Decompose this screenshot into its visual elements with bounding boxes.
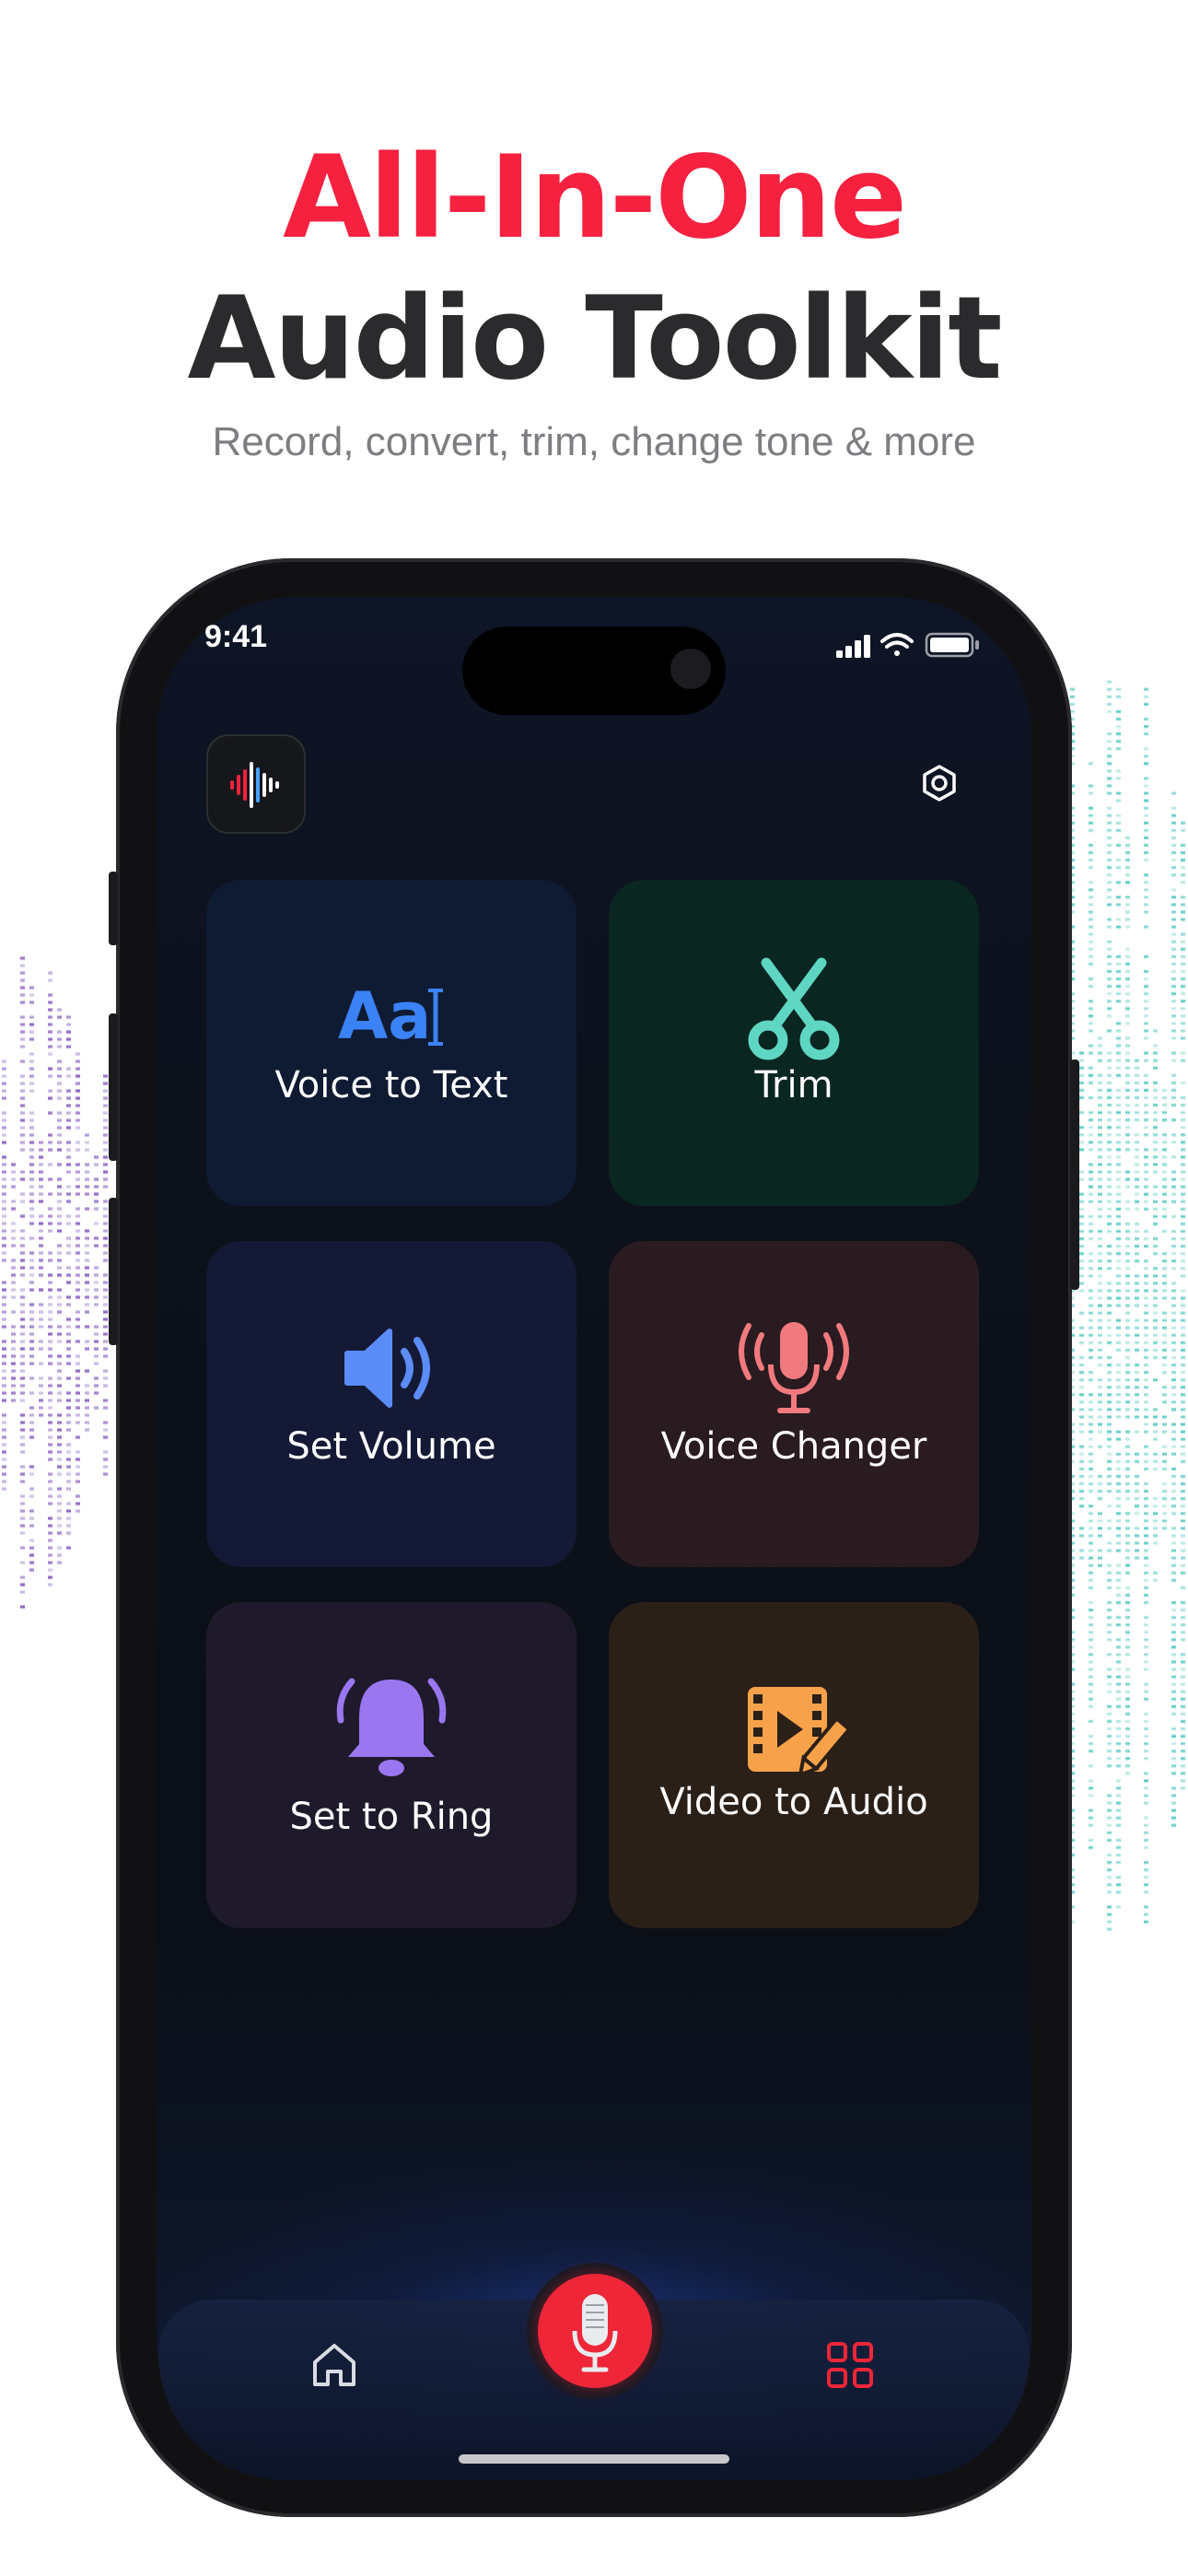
- film-edit-icon: [609, 1674, 979, 1785]
- speaker-icon: [206, 1313, 577, 1423]
- status-icons: [836, 632, 979, 658]
- microphone-icon: [572, 2294, 618, 2372]
- wifi-icon: [880, 633, 914, 656]
- decorative-waveform-left: [2, 956, 108, 1610]
- tool-card-voice-to-text[interactable]: Aa Voice to Text: [206, 880, 577, 1206]
- tool-card-voice-changer[interactable]: Voice Changer: [609, 1241, 979, 1567]
- home-icon: [313, 2344, 355, 2386]
- scissors-icon: [609, 952, 979, 1062]
- tool-card-set-volume[interactable]: Set Volume: [206, 1241, 577, 1567]
- svg-text:Aa: Aa: [338, 978, 431, 1054]
- microphone-waves-icon: [609, 1313, 979, 1423]
- bell-icon: [206, 1667, 577, 1777]
- status-time: 9:41: [204, 619, 268, 654]
- phone-volume-down: [109, 1198, 118, 1345]
- gear-icon: [923, 765, 956, 802]
- tool-card-trim[interactable]: Trim: [609, 880, 979, 1206]
- tool-card-label: Set to Ring: [289, 1796, 494, 1838]
- tool-card-label: Video to Audio: [659, 1781, 928, 1823]
- hero-headline-accent: All-In-One: [282, 132, 907, 264]
- tool-card-label: Voice to Text: [274, 1064, 508, 1107]
- tool-card-label: Set Volume: [286, 1425, 496, 1468]
- text-cursor-icon: Aa: [206, 952, 577, 1062]
- hero-subtitle: Record, convert, trim, change tone & mor…: [212, 419, 976, 464]
- app-logo: [206, 734, 306, 834]
- waveform-logo-icon: [230, 762, 279, 808]
- tool-card-label: Voice Changer: [660, 1425, 927, 1468]
- battery-icon: [925, 632, 979, 658]
- grid-icon: [827, 2342, 873, 2388]
- phone-volume-up: [109, 1013, 118, 1161]
- front-camera: [670, 649, 711, 689]
- phone-power-button: [1070, 1060, 1079, 1290]
- signal-icon: [836, 635, 870, 658]
- tool-card-set-to-ring[interactable]: Set to Ring: [206, 1602, 577, 1928]
- home-indicator: [459, 2454, 729, 2464]
- decorative-waveform-right: [1070, 680, 1185, 1932]
- nav-tools-button[interactable]: [823, 2338, 877, 2392]
- tool-card-video-to-audio[interactable]: Video to Audio: [609, 1602, 979, 1928]
- nav-home-button[interactable]: [306, 2336, 363, 2394]
- hero-headline: Audio Toolkit: [187, 273, 1002, 405]
- phone-side-button: [109, 872, 118, 945]
- settings-button[interactable]: [912, 755, 967, 811]
- record-button[interactable]: [538, 2274, 652, 2388]
- tool-card-label: Trim: [754, 1064, 833, 1107]
